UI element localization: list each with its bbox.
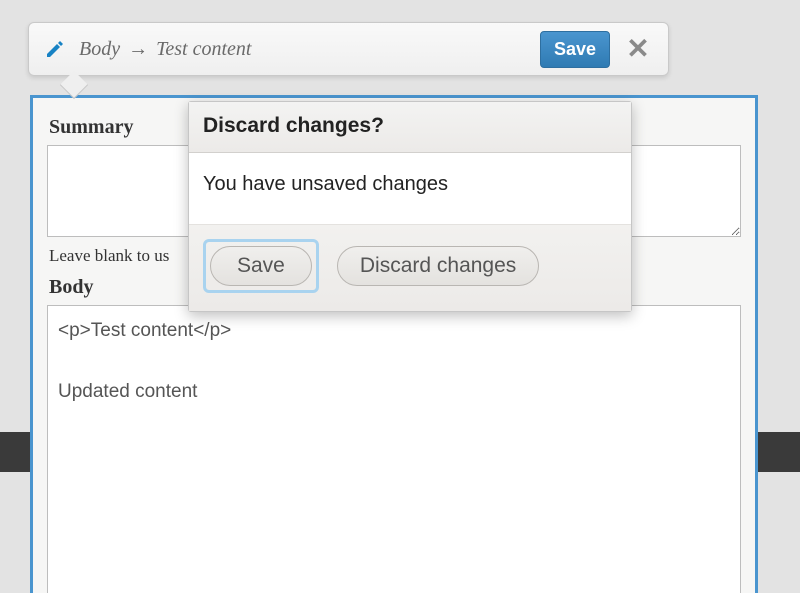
breadcrumb: Body → Test content	[79, 38, 540, 61]
quickedit-toolbar: Body → Test content Save ✕	[28, 22, 669, 76]
dialog-body: You have unsaved changes	[189, 153, 631, 225]
discard-changes-dialog: Discard changes? You have unsaved change…	[188, 101, 632, 312]
dialog-save-button[interactable]: Save	[210, 246, 312, 286]
breadcrumb-arrow-icon: →	[128, 38, 148, 61]
breadcrumb-title: Test content	[156, 38, 251, 61]
dialog-message: You have unsaved changes	[203, 173, 617, 196]
toolbar-close-button[interactable]: ✕	[618, 29, 658, 69]
breadcrumb-field: Body	[79, 38, 120, 61]
toolbar-save-button[interactable]: Save	[540, 31, 610, 68]
dialog-actions: Save Discard changes	[189, 225, 631, 311]
pencil-icon	[45, 39, 65, 59]
dialog-header: Discard changes?	[189, 102, 631, 153]
focus-ring: Save	[203, 239, 319, 293]
dialog-title: Discard changes?	[203, 114, 617, 138]
dialog-discard-button[interactable]: Discard changes	[337, 246, 539, 286]
body-textarea[interactable]	[47, 305, 741, 593]
close-icon: ✕	[626, 33, 649, 64]
